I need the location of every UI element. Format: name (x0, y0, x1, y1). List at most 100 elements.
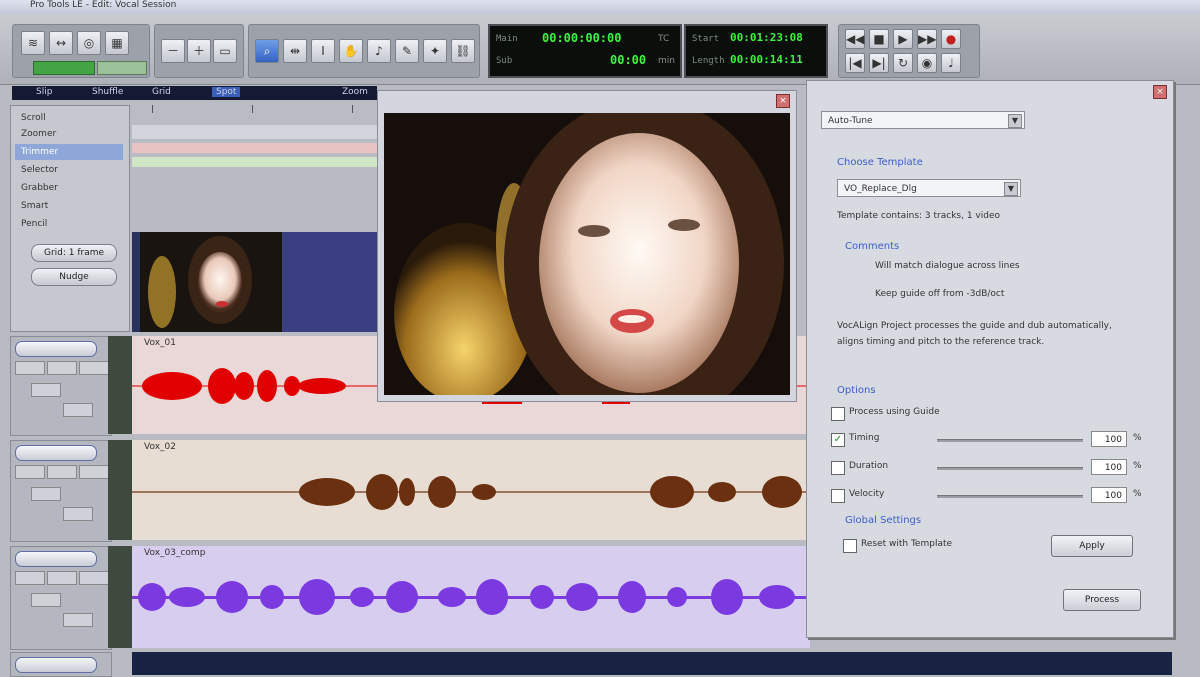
nudge-button[interactable]: Nudge (31, 268, 117, 286)
video-thumbnail (140, 232, 377, 332)
stop-icon[interactable]: ■ (869, 29, 889, 49)
grabber-tool-icon[interactable]: ✋ (339, 39, 363, 63)
shuffle-icon[interactable]: ≋ (21, 31, 45, 55)
close-icon[interactable]: × (776, 94, 790, 108)
timeline-ruler[interactable] (132, 103, 377, 173)
smart-tool-icon[interactable]: ✦ (423, 39, 447, 63)
list-item[interactable]: Pencil (15, 216, 123, 232)
solo-button[interactable] (47, 571, 77, 585)
duration-checkbox[interactable] (831, 461, 845, 475)
velocity-slider[interactable] (937, 495, 1083, 498)
bottom-track[interactable] (132, 652, 1172, 675)
main-counter-label: Main (496, 34, 518, 44)
list-item[interactable]: Selector (15, 162, 123, 178)
velocity-percent-field[interactable]: 100 (1091, 487, 1127, 503)
track-name-field[interactable] (15, 445, 97, 461)
record-enable-icon[interactable] (15, 571, 45, 585)
video-window[interactable]: × (377, 90, 797, 402)
list-item[interactable]: Zoomer (15, 126, 123, 142)
solo-button[interactable] (47, 465, 77, 479)
edit-tools-group: ⌕ ⇹ I ✋ ♪ ✎ ✦ ⛓ (248, 24, 480, 78)
grid-value-button[interactable]: Grid: 1 frame (31, 244, 117, 262)
solo-button[interactable] (47, 361, 77, 375)
grid-icon[interactable]: ▦ (105, 31, 129, 55)
fast-forward-icon[interactable]: ▶▶ (917, 29, 937, 49)
loop-icon[interactable]: ↻ (893, 53, 913, 73)
track-header-1 (10, 336, 112, 436)
video-frame (384, 113, 790, 395)
trimmer-tool-icon[interactable]: ⇹ (283, 39, 307, 63)
transport-toolbar: ≋ ↔ ◎ ▦ － ＋ ▭ ⌕ ⇹ I ✋ ♪ ✎ ✦ ⛓ Main 00:00… (0, 14, 1200, 85)
zoomer-tool-icon[interactable]: ⌕ (255, 39, 279, 63)
duration-slider[interactable] (937, 467, 1083, 470)
list-item[interactable]: Scroll (15, 110, 123, 126)
timing-checkbox[interactable]: ✓ (831, 433, 845, 447)
track-name-field[interactable] (15, 551, 97, 567)
marker-ruler[interactable] (132, 125, 377, 139)
tab-slip[interactable]: Slip (36, 87, 52, 97)
rewind-icon[interactable]: ◀◀ (845, 29, 865, 49)
mute-button[interactable] (79, 361, 109, 375)
edit-mode-grid-button[interactable] (97, 61, 147, 75)
automation-selector[interactable] (63, 613, 93, 627)
template-select[interactable]: VO_Replace_Dlg ▼ (837, 179, 1021, 197)
pencil-tool-icon[interactable]: ✎ (395, 39, 419, 63)
audio-track-3[interactable]: Vox_03_comp (132, 546, 810, 648)
video-track[interactable] (132, 232, 377, 332)
selector-tool-icon[interactable]: I (311, 39, 335, 63)
metronome-icon[interactable]: ♩ (941, 53, 961, 73)
edit-mode-slip-button[interactable] (33, 61, 95, 75)
tab-grid[interactable]: Grid (152, 87, 171, 97)
apply-button[interactable]: Apply (1051, 535, 1133, 557)
process-button[interactable]: Process (1063, 589, 1141, 611)
tab-spot[interactable]: Spot (212, 87, 241, 97)
track-name-field[interactable] (15, 657, 97, 673)
mute-button[interactable] (79, 465, 109, 479)
zoom-out-icon[interactable]: － (161, 39, 185, 63)
timing-percent-field[interactable]: 100 (1091, 431, 1127, 447)
plugin-select[interactable]: Auto-Tune ▼ (821, 111, 1025, 129)
velocity-checkbox[interactable] (831, 489, 845, 503)
spot-icon[interactable]: ◎ (77, 31, 101, 55)
sub-counter-label: Sub (496, 56, 513, 66)
scrubber-tool-icon[interactable]: ♪ (367, 39, 391, 63)
selection-counter: Start 00:01:23:08 Length 00:00:14:11 (684, 24, 828, 78)
timing-slider[interactable] (937, 439, 1083, 442)
zoom-fit-icon[interactable]: ▭ (213, 39, 237, 63)
record-icon[interactable]: ● (941, 29, 961, 49)
track-view-selector[interactable] (31, 383, 61, 397)
process-guide-checkbox[interactable] (831, 407, 845, 421)
tab-zoom[interactable]: Zoom (342, 87, 368, 97)
track-meter-3 (108, 546, 132, 648)
link-icon[interactable]: ⛓ (451, 39, 475, 63)
list-item[interactable]: Trimmer (15, 144, 123, 160)
track-view-selector[interactable] (31, 487, 61, 501)
automation-selector[interactable] (63, 507, 93, 521)
play-icon[interactable]: ▶ (893, 29, 913, 49)
slip-icon[interactable]: ↔ (49, 31, 73, 55)
online-icon[interactable]: ◉ (917, 53, 937, 73)
duration-percent-field[interactable]: 100 (1091, 459, 1127, 475)
plugin-dialog[interactable]: × Auto-Tune ▼ Choose Template VO_Replace… (806, 80, 1174, 638)
main-counter: Main 00:00:00:00 TC Sub 00:00 min (488, 24, 682, 78)
list-item[interactable]: Smart (15, 198, 123, 214)
go-to-end-icon[interactable]: ▶| (869, 53, 889, 73)
reset-template-checkbox[interactable] (843, 539, 857, 553)
record-enable-icon[interactable] (15, 465, 45, 479)
close-icon[interactable]: × (1153, 85, 1167, 99)
comment-line: Keep guide off from -3dB/oct (875, 289, 1005, 299)
velocity-unit: % (1133, 489, 1142, 499)
list-item[interactable]: Grabber (15, 180, 123, 196)
tab-shuffle[interactable]: Shuffle (92, 87, 123, 97)
track-name-field[interactable] (15, 341, 97, 357)
record-enable-icon[interactable] (15, 361, 45, 375)
automation-selector[interactable] (63, 403, 93, 417)
start-value: 00:01:23:08 (730, 31, 803, 44)
audio-track-2[interactable]: Vox_02 (132, 440, 810, 540)
track-view-selector[interactable] (31, 593, 61, 607)
mute-button[interactable] (79, 571, 109, 585)
timing-unit: % (1133, 433, 1142, 443)
return-to-zero-icon[interactable]: |◀ (845, 53, 865, 73)
zoom-in-icon[interactable]: ＋ (187, 39, 211, 63)
zoom-group: － ＋ ▭ (154, 24, 244, 78)
